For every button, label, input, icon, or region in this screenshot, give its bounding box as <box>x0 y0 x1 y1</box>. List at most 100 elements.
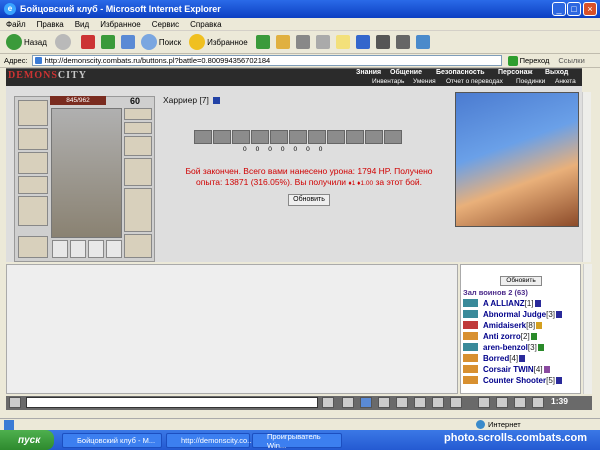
shield-slot[interactable] <box>124 158 152 186</box>
chat-trans-button[interactable] <box>450 397 462 408</box>
history-icon[interactable] <box>255 35 270 49</box>
user-row[interactable]: Abnormal Judge [3] <box>463 309 563 319</box>
chat-settings-button[interactable] <box>360 397 372 408</box>
user-row[interactable]: Corsair TWIN [4] <box>463 364 550 374</box>
user-name[interactable]: Anti zorro <box>483 332 521 341</box>
skill-button-10[interactable] <box>365 130 383 144</box>
rune-slot-3[interactable] <box>88 240 104 258</box>
task-media-player[interactable]: Проигрыватель Win... <box>252 432 342 450</box>
earring-slot[interactable] <box>124 108 152 120</box>
user-row[interactable]: Borred [4] <box>463 353 526 363</box>
amulet-slot[interactable] <box>124 122 152 134</box>
info-icon[interactable] <box>556 376 563 384</box>
mail-icon[interactable] <box>275 35 290 49</box>
nav-skills[interactable]: Умения <box>413 78 436 86</box>
favorites-button[interactable]: Избранное <box>189 34 248 50</box>
weapon-slot[interactable] <box>18 152 48 174</box>
skill-button-2[interactable] <box>213 130 231 144</box>
skill-button-7[interactable] <box>308 130 326 144</box>
info-icon[interactable] <box>556 310 563 318</box>
skill-button-4[interactable] <box>251 130 269 144</box>
refresh-button[interactable]: Обновить <box>288 194 330 206</box>
info-icon[interactable] <box>543 365 550 373</box>
map-quick-button[interactable] <box>496 397 508 408</box>
user-row[interactable]: A ALLIANZ [1] <box>463 298 541 308</box>
list-scrollbar[interactable] <box>583 264 592 394</box>
character-name[interactable]: Харриер <box>163 95 197 105</box>
nav-knowledge[interactable]: Знания <box>356 69 381 77</box>
game-scrollbar[interactable] <box>582 92 591 262</box>
nav-transfers[interactable]: Отчет о переводах <box>446 78 503 86</box>
skill-button-11[interactable] <box>384 130 402 144</box>
chat-clear-button[interactable] <box>378 397 390 408</box>
nav-character[interactable]: Персонаж <box>498 69 532 77</box>
task-browser[interactable]: Бойцовский клуб - M... <box>62 433 162 448</box>
user-row[interactable]: Counter Shooter [5] <box>463 375 563 385</box>
edit-icon[interactable] <box>315 35 330 49</box>
legs-slot[interactable] <box>124 188 152 232</box>
chat-sound-button[interactable] <box>414 397 426 408</box>
user-name[interactable]: Corsair TWIN <box>483 365 534 374</box>
chat-input[interactable] <box>26 397 318 408</box>
user-name[interactable]: Abnormal Judge <box>483 310 546 319</box>
back-button[interactable]: Назад <box>6 34 47 50</box>
nav-exit[interactable]: Выход <box>545 69 568 77</box>
menu-favorites[interactable]: Избранное <box>100 20 141 29</box>
user-row[interactable]: Anti zorro [2] <box>463 331 537 341</box>
rune-slot-2[interactable] <box>70 240 86 258</box>
close-button[interactable]: × <box>583 2 597 16</box>
ring-slot[interactable] <box>18 176 48 194</box>
skill-button-6[interactable] <box>289 130 307 144</box>
minimize-button[interactable]: _ <box>552 2 566 16</box>
user-name[interactable]: Borred <box>483 354 509 363</box>
user-name[interactable]: A ALLIANZ <box>483 299 525 308</box>
nav-battles[interactable]: Поединки <box>516 78 545 86</box>
stop-icon[interactable] <box>80 35 95 49</box>
task-demonscity[interactable]: http://demonscity.co... <box>166 433 253 448</box>
messenger-icon[interactable] <box>355 35 370 49</box>
print-icon[interactable] <box>295 35 310 49</box>
armor-slot[interactable] <box>18 196 48 226</box>
helmet-slot[interactable] <box>18 100 48 126</box>
home-icon[interactable] <box>120 35 135 49</box>
forward-button[interactable] <box>54 34 73 50</box>
menu-edit[interactable]: Правка <box>37 20 64 29</box>
bracer-slot[interactable] <box>18 128 48 150</box>
gloves-slot[interactable] <box>124 136 152 156</box>
nav-communication[interactable]: Общение <box>390 69 422 77</box>
info-icon[interactable] <box>213 97 221 105</box>
chat-music-button[interactable] <box>432 397 444 408</box>
inventory-quick-button[interactable] <box>478 397 490 408</box>
exit-quick-button[interactable] <box>532 397 544 408</box>
help-quick-button[interactable] <box>514 397 526 408</box>
go-button[interactable]: Переход <box>507 55 549 66</box>
refresh-icon[interactable] <box>100 35 115 49</box>
maximize-button[interactable]: □ <box>567 2 581 16</box>
chat-area[interactable] <box>6 264 458 394</box>
info-icon[interactable] <box>530 332 537 340</box>
user-row[interactable]: aren-benzol [3] <box>463 342 544 352</box>
user-name[interactable]: aren-benzol <box>483 343 528 352</box>
address-input[interactable]: http://demonscity.combats.ru/buttons.pl?… <box>31 55 502 66</box>
send-button[interactable] <box>322 397 334 408</box>
links-button[interactable]: Ссылки <box>558 56 584 65</box>
nav-security[interactable]: Безопасность <box>436 69 485 77</box>
user-name[interactable]: Counter Shooter <box>483 376 546 385</box>
folder-icon[interactable] <box>335 35 350 49</box>
skill-button-5[interactable] <box>270 130 288 144</box>
info-icon[interactable] <box>534 299 541 307</box>
discuss-icon[interactable] <box>375 35 390 49</box>
chat-smile-button[interactable] <box>396 397 408 408</box>
info-icon[interactable] <box>536 321 543 329</box>
info-icon[interactable] <box>519 354 526 362</box>
media-icon[interactable] <box>415 35 430 49</box>
rune-slot-1[interactable] <box>52 240 68 258</box>
menu-tools[interactable]: Сервис <box>152 20 179 29</box>
user-row[interactable]: Amidaiserk [8] <box>463 320 543 330</box>
list-refresh-button[interactable]: Обновить <box>500 276 542 286</box>
boots-slot[interactable] <box>124 234 152 258</box>
menu-view[interactable]: Вид <box>75 20 89 29</box>
skill-button-9[interactable] <box>346 130 364 144</box>
skill-button-8[interactable] <box>327 130 345 144</box>
skill-button-1[interactable] <box>194 130 212 144</box>
